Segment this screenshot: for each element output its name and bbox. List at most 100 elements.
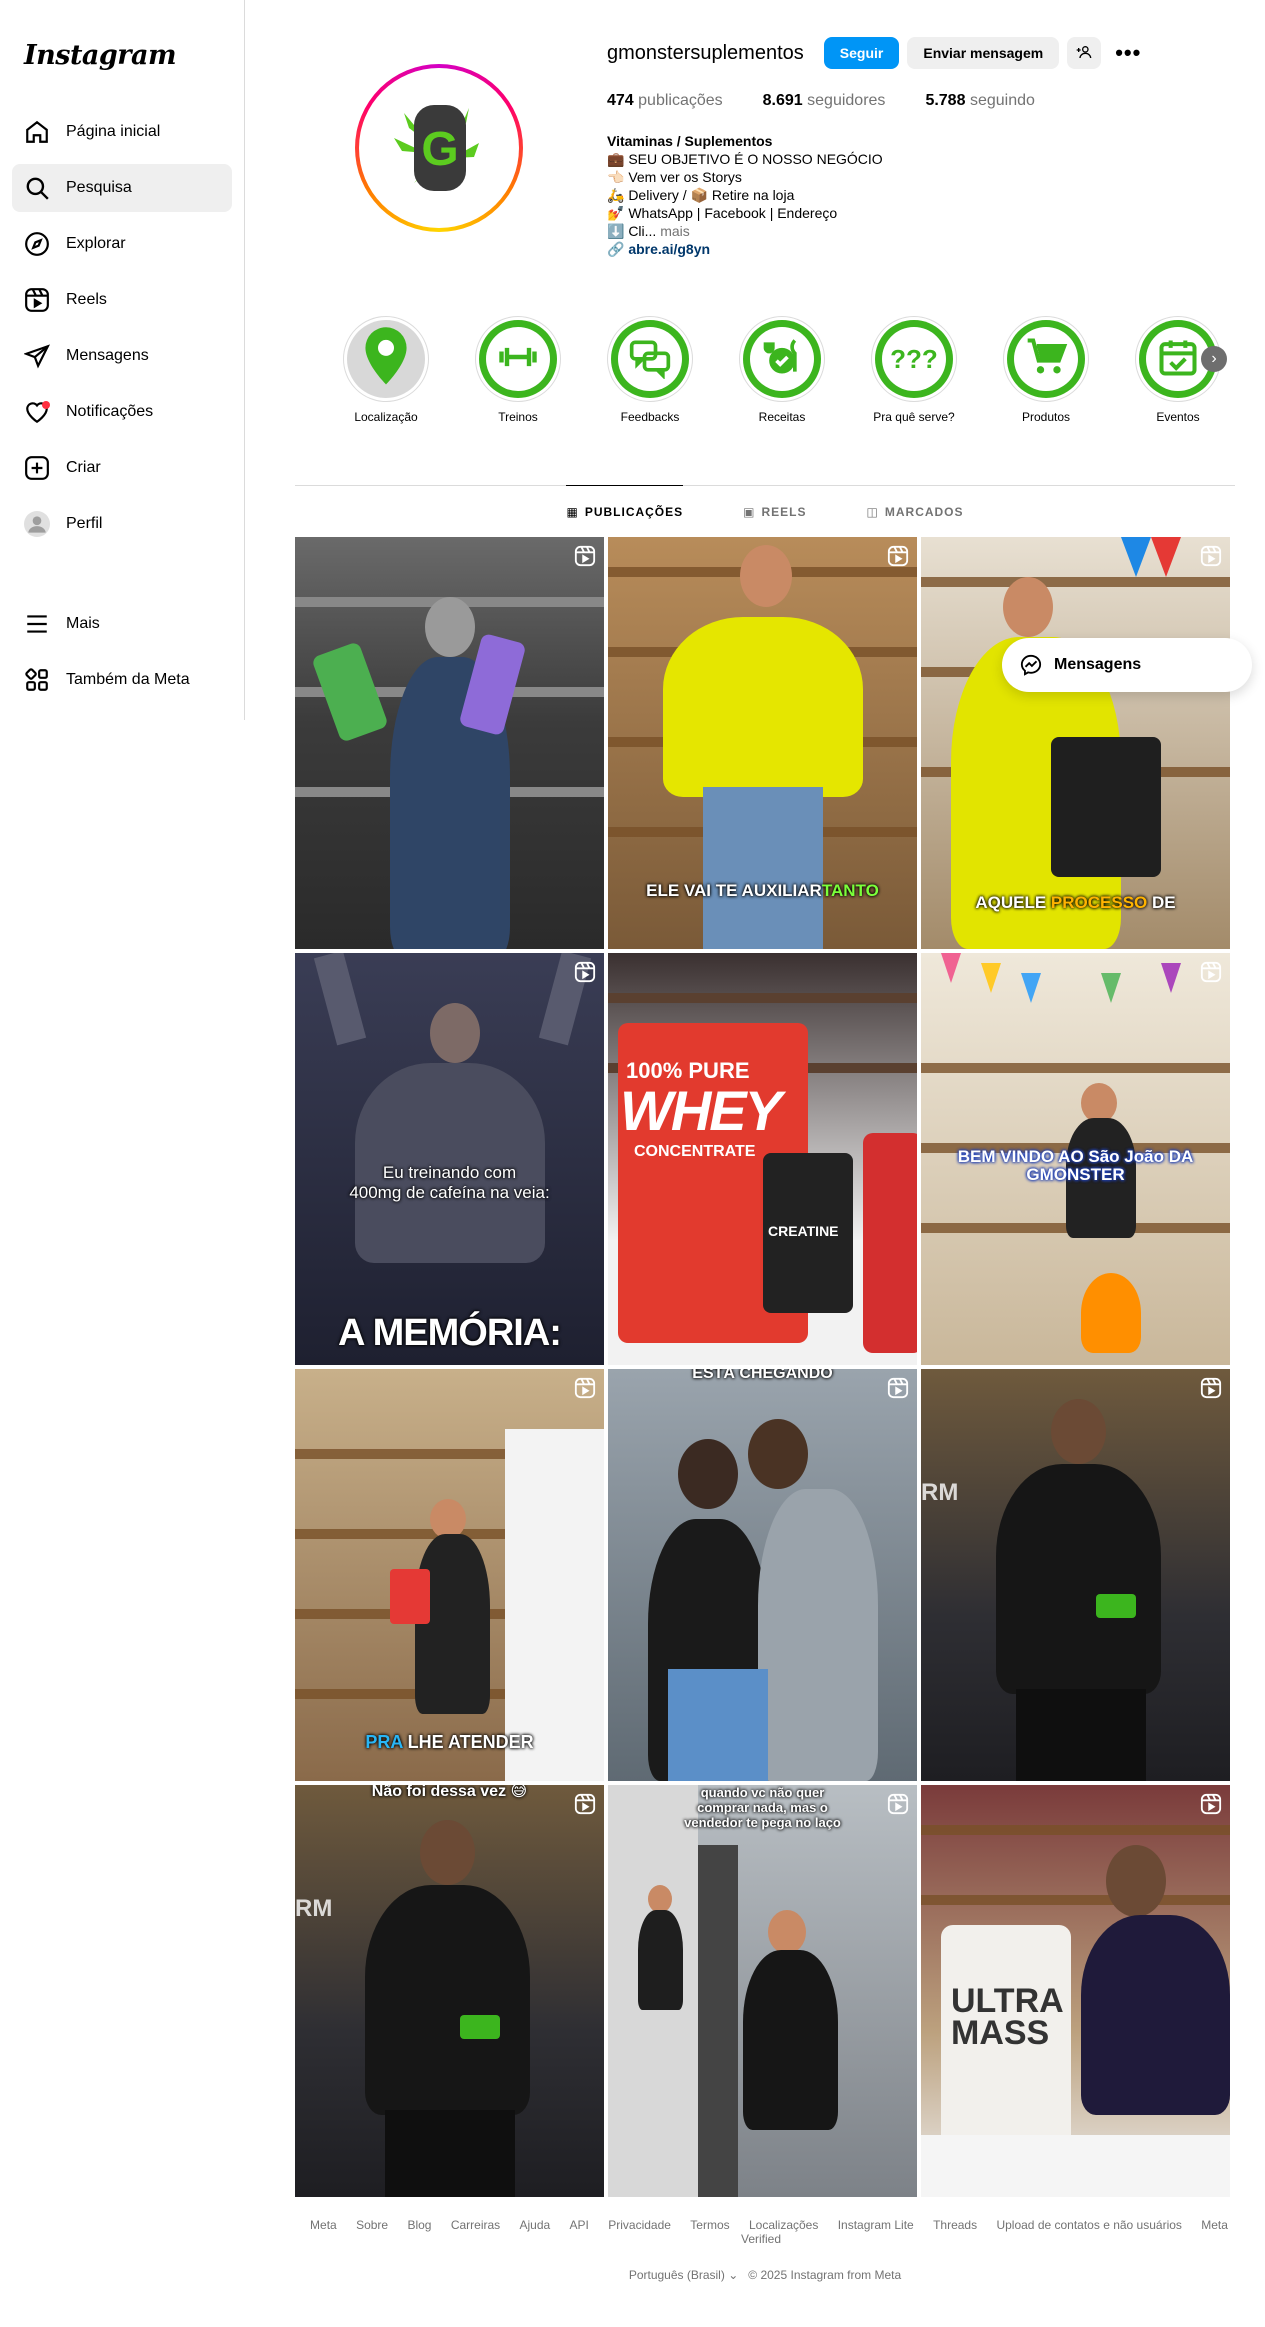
send-message-button[interactable]: Enviar mensagem [907,37,1060,69]
footer-link[interactable]: Threads [933,2218,977,2232]
post-7[interactable]: PRA LHE ATENDER [295,1369,604,1781]
highlight-label: Eventos [1156,410,1200,424]
reel-icon [574,545,596,567]
copyright: © 2025 Instagram from Meta [748,2268,902,2282]
post-3[interactable]: AQUELE PROCESSO DE [921,537,1230,949]
bio-external-link[interactable]: abre.ai/g8yn [628,241,710,257]
avatar [24,511,50,537]
footer-link[interactable]: API [570,2218,589,2232]
home-icon [24,119,50,145]
more-options-icon[interactable]: ••• [1115,40,1141,66]
post-caption: ESTÁ CHEGANDO [692,1369,833,1382]
meta-grid-icon [24,667,50,693]
post-5[interactable]: 100% PURE WHEY CONCENTRATE CREATINE [608,953,917,1365]
reel-icon [574,961,596,983]
highlight-feedbacks[interactable]: Feedbacks [600,316,700,424]
tab-tagged[interactable]: ◫ MARCADOS [867,485,964,537]
footer-link[interactable]: Meta [310,2218,337,2232]
highlight-treinos[interactable]: Treinos [468,316,568,424]
grid-icon: ▦ [566,504,579,519]
footer-link[interactable]: Termos [690,2218,729,2232]
post-10[interactable]: Não foi dessa vez 😅 RM [295,1785,604,2197]
highlight-localizacao[interactable]: Localização [336,316,436,424]
reel-icon [1200,961,1222,983]
tab-posts[interactable]: ▦ PUBLICAÇÕES [566,485,684,537]
sidebar-item-create[interactable]: Criar [12,444,232,492]
cart-icon [1024,335,1068,384]
tag-icon: ◫ [866,504,879,519]
sidebar-item-label: Mensagens [66,347,149,364]
bio-more-link[interactable]: mais [656,223,690,239]
footer-link[interactable]: Carreiras [451,2218,500,2232]
posts-grid: ELE VAI TE AUXILIARTANTO AQUELE PROCESSO… [295,537,1235,2197]
footer-link[interactable]: Privacidade [608,2218,671,2232]
instagram-logo[interactable]: Instagram [24,36,232,76]
sidebar-item-also-from-meta[interactable]: Também da Meta [12,656,232,704]
post-6[interactable]: BEM VINDO AO São João DA GMONSTER [921,953,1230,1365]
sidebar-item-profile[interactable]: Perfil [12,500,232,548]
sidebar: Instagram Página inicial Pesquisa Explor… [0,0,245,720]
reel-icon [887,1377,909,1399]
profile-avatar[interactable]: G [355,64,523,232]
sidebar-item-search[interactable]: Pesquisa [12,164,232,212]
sidebar-item-more[interactable]: Mais [12,600,232,648]
post-12[interactable]: ULTRA MASS [921,1785,1230,2197]
footer-link[interactable]: Ajuda [520,2218,551,2232]
reel-icon [887,1793,909,1815]
post-8[interactable]: ESTÁ CHEGANDO [608,1369,917,1781]
sidebar-item-notifications[interactable]: Notificações [12,388,232,436]
menu-icon [24,611,50,637]
reel-icon [574,1793,596,1815]
tab-reels[interactable]: ▣ REELS [743,485,806,537]
post-caption: AQUELE PROCESSO DE [975,893,1176,912]
following-stat[interactable]: 5.788 seguindo [925,92,1034,110]
sidebar-item-label: Pesquisa [66,179,132,196]
footer-link[interactable]: Instagram Lite [838,2218,914,2232]
bio-line: 💼 SEU OBJETIVO É O NOSSO NEGÓCIO [607,151,883,167]
profile-header: G gmonstersuplementos Seguir Enviar mens… [295,0,1235,280]
post-9[interactable]: RM [921,1369,1230,1781]
highlight-receitas[interactable]: Receitas [732,316,832,424]
question-marks-icon: ??? [890,343,938,374]
post-2[interactable]: ELE VAI TE AUXILIARTANTO [608,537,917,949]
messages-bubble[interactable]: Mensagens [1002,638,1252,692]
footer-link[interactable]: Blog [407,2218,431,2232]
post-1[interactable] [295,537,604,949]
followers-stat[interactable]: 8.691 seguidores [763,92,886,110]
gym-sign: RM [921,1479,959,1506]
language-selector[interactable]: Português (Brasil) ⌄ [629,2268,738,2282]
highlight-pra-que-serve[interactable]: ??? Pra quê serve? [864,316,964,424]
highlight-label: Feedbacks [620,410,680,424]
sidebar-item-label: Também da Meta [66,671,190,688]
sidebar-item-messages[interactable]: Mensagens [12,332,232,380]
bio-name: Vitaminas / Suplementos [607,133,773,149]
send-icon [24,343,50,369]
messenger-icon [1020,654,1042,676]
messages-bubble-label: Mensagens [1054,656,1142,673]
sidebar-item-home[interactable]: Página inicial [12,108,232,156]
bio-line: 💅 WhatsApp | Facebook | Endereço [607,205,838,221]
follow-button[interactable]: Seguir [823,37,900,69]
footer-link[interactable]: Localizações [749,2218,818,2232]
footer-link[interactable]: Sobre [356,2218,388,2232]
sidebar-item-explore[interactable]: Explorar [12,220,232,268]
sidebar-item-reels[interactable]: Reels [12,276,232,324]
highlight-produtos[interactable]: Produtos [996,316,1096,424]
sidebar-item-label: Explorar [66,235,126,252]
suggested-accounts-button[interactable] [1067,37,1102,69]
profile-main: G gmonstersuplementos Seguir Enviar mens… [295,0,1235,2197]
plus-square-icon [24,455,50,481]
footer-link[interactable]: Upload de contatos e não usuários [996,2218,1181,2232]
post-4[interactable]: Eu treinando com 400mg de cafeína na veia… [295,953,604,1365]
reel-icon [1200,1377,1222,1399]
highlights-next-button[interactable]: › [1201,346,1227,372]
tab-label: MARCADOS [884,504,964,519]
post-caption: ELE VAI TE AUXILIARTANTO [646,881,879,900]
map-pin-icon [358,325,414,394]
product-label: CREATINE [768,1223,839,1239]
bio-line: ⬇️ Cli... [607,223,657,239]
highlight-label: Pra quê serve? [873,410,955,424]
bio-line: 👈🏻 Vem ver os Storys [607,169,742,185]
post-11[interactable]: quando vc não quer comprar nada, mas o v… [608,1785,917,2197]
compass-icon [24,231,50,257]
